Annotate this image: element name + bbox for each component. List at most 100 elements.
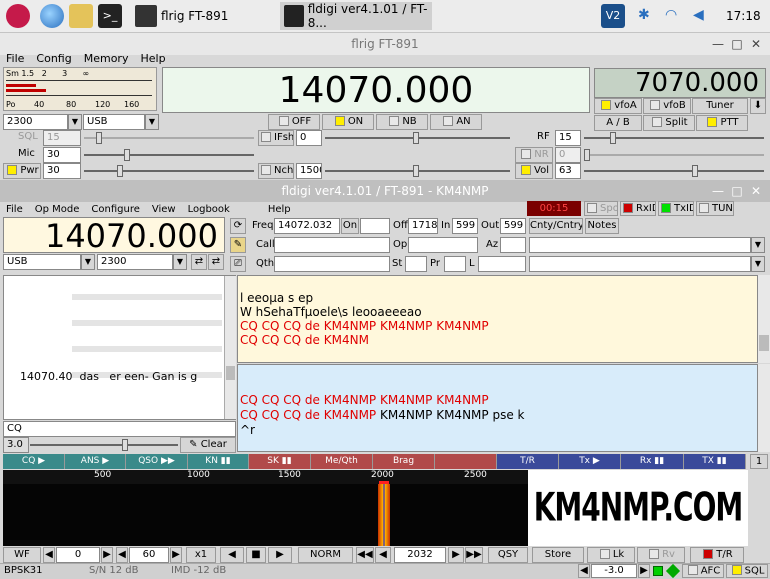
- audio-freq-field[interactable]: 2032: [394, 547, 446, 563]
- afc-offset[interactable]: -3.0: [591, 564, 637, 578]
- status-mode[interactable]: BPSK31: [4, 565, 43, 576]
- tune-button[interactable]: TUNE: [696, 201, 734, 216]
- locator-field[interactable]: [478, 256, 526, 272]
- minimize-icon[interactable]: —: [708, 33, 728, 55]
- volume-icon[interactable]: ◀: [693, 7, 704, 23]
- split-button[interactable]: Split: [643, 115, 695, 131]
- an-button[interactable]: AN: [430, 114, 482, 130]
- vol-button[interactable]: Vol: [515, 163, 553, 179]
- wf-range-down-icon[interactable]: ◀: [116, 547, 128, 563]
- op-field[interactable]: [408, 237, 478, 253]
- nch-slider[interactable]: [325, 163, 510, 179]
- tr-button[interactable]: T/R: [690, 547, 744, 563]
- wf-ref-down-icon[interactable]: ◀: [43, 547, 55, 563]
- notes-dropdown-icon[interactable]: ▼: [751, 256, 765, 272]
- flrig-mode-select[interactable]: USB: [83, 114, 145, 130]
- fldigi-bw-dropdown-icon[interactable]: ▼: [173, 254, 187, 270]
- qso-icon[interactable]: ⟳: [230, 218, 246, 234]
- tuner-arrow-icon[interactable]: ⬇: [750, 98, 766, 114]
- macro-button-5[interactable]: SK ▮▮: [249, 454, 311, 469]
- country-dropdown-icon[interactable]: ▼: [751, 237, 765, 253]
- rst-out-field[interactable]: 599: [500, 218, 526, 234]
- vfo-a-display[interactable]: 14070.000: [162, 67, 590, 113]
- nb-button[interactable]: NB: [376, 114, 428, 130]
- fmenu-logbook[interactable]: Logbook: [182, 204, 236, 215]
- freq-field[interactable]: 14072.032: [274, 218, 340, 234]
- fmenu-configure[interactable]: Configure: [85, 204, 145, 215]
- vfob-button[interactable]: vfoB: [643, 98, 691, 114]
- log-icon[interactable]: ✎: [230, 237, 246, 253]
- fmenu-help[interactable]: Help: [262, 204, 297, 215]
- macro-button-2[interactable]: ANS ▶: [65, 454, 126, 469]
- mic-value[interactable]: 30: [43, 147, 81, 163]
- wf-range-up-icon[interactable]: ▶: [170, 547, 182, 563]
- notes-button[interactable]: Notes: [585, 218, 619, 234]
- fldigi-maximize-icon[interactable]: □: [727, 180, 747, 202]
- nch-button[interactable]: Nch: [258, 163, 294, 179]
- macro-set-button[interactable]: 1: [750, 454, 768, 469]
- on-time-field[interactable]: [360, 218, 390, 234]
- fldigi-bw-select[interactable]: 2300: [97, 254, 173, 270]
- bluetooth-icon[interactable]: ✱: [638, 7, 650, 23]
- rf-value[interactable]: 15: [555, 130, 581, 146]
- wf-range[interactable]: 60: [129, 547, 169, 563]
- sql-slider[interactable]: [84, 130, 254, 146]
- afc-down-icon[interactable]: ◀: [578, 564, 590, 578]
- raspberry-menu-icon[interactable]: [6, 4, 30, 28]
- macro-button-8[interactable]: [435, 454, 497, 469]
- clear-button[interactable]: ✎ Clear: [180, 437, 236, 453]
- freq-up-fast-icon[interactable]: ▶▶: [465, 547, 483, 563]
- rx-scrollbar[interactable]: [758, 275, 770, 363]
- off-button[interactable]: OFF: [268, 114, 320, 130]
- afc-up-icon[interactable]: ▶: [638, 564, 650, 578]
- menu-config[interactable]: Config: [30, 52, 77, 65]
- on-time-button[interactable]: On: [341, 218, 359, 234]
- tx-scrollbar[interactable]: [758, 364, 770, 452]
- browser-line[interactable]: 14070.40 das er een- Gan is g: [20, 370, 197, 383]
- close-icon[interactable]: ✕: [746, 33, 766, 55]
- pwr-slider[interactable]: [84, 163, 254, 179]
- wifi-icon[interactable]: ◠: [665, 7, 677, 23]
- pwr-value[interactable]: 30: [43, 163, 81, 179]
- clear-qso-icon[interactable]: ⎚: [230, 256, 246, 272]
- fldigi-minimize-icon[interactable]: —: [708, 180, 728, 202]
- task-flrig[interactable]: flrig FT-891: [131, 2, 279, 30]
- maximize-icon[interactable]: □: [727, 33, 747, 55]
- fldigi-close-icon[interactable]: ✕: [746, 180, 766, 202]
- ptt-button[interactable]: PTT: [696, 115, 748, 131]
- task-fldigi[interactable]: fldigi ver4.1.01 / FT-8...: [280, 2, 432, 30]
- wf-mode-button[interactable]: WF: [3, 547, 41, 563]
- mode-dropdown-icon[interactable]: ▼: [145, 114, 159, 130]
- ifsh-button[interactable]: IFsh: [258, 130, 294, 146]
- pr-field[interactable]: [444, 256, 466, 272]
- menu-help[interactable]: Help: [134, 52, 171, 65]
- menu-memory[interactable]: Memory: [78, 52, 135, 65]
- fmenu-view[interactable]: View: [146, 204, 182, 215]
- macro-button-4[interactable]: KN ▮▮: [188, 454, 249, 469]
- stop-icon[interactable]: ■: [246, 547, 266, 563]
- nch-value[interactable]: 1500: [296, 163, 322, 179]
- browser-scroll-thumb[interactable]: [226, 366, 235, 380]
- txid-button[interactable]: TxID: [658, 201, 694, 216]
- nr-button[interactable]: NR: [515, 147, 553, 163]
- browser-search-field[interactable]: CQ: [3, 421, 236, 437]
- off-time-field[interactable]: 1718: [408, 218, 438, 234]
- nr-slider[interactable]: [584, 147, 764, 163]
- fldigi-mode-select[interactable]: USB: [3, 254, 81, 270]
- rv-button[interactable]: Rv: [637, 547, 685, 563]
- ab-button[interactable]: A / B: [594, 115, 642, 131]
- fmenu-file[interactable]: File: [0, 204, 29, 215]
- macro-button-3[interactable]: QSO ▶▶: [126, 454, 188, 469]
- country-button[interactable]: Cnty/Cntry: [529, 218, 583, 234]
- ifsh-value[interactable]: 0: [296, 130, 322, 146]
- freq-down-icon[interactable]: ◀: [375, 547, 391, 563]
- squelch-slider[interactable]: [30, 437, 178, 453]
- flrig-bw-select[interactable]: 2300: [3, 114, 68, 130]
- pwr-button[interactable]: Pwr: [3, 163, 41, 179]
- spot-button[interactable]: Spot: [584, 201, 618, 216]
- play-icon[interactable]: ▶: [268, 547, 292, 563]
- qth-field[interactable]: [274, 256, 390, 272]
- norm-button[interactable]: NORM: [298, 547, 353, 563]
- terminal-icon[interactable]: >_: [98, 4, 122, 28]
- menu-file[interactable]: File: [0, 52, 30, 65]
